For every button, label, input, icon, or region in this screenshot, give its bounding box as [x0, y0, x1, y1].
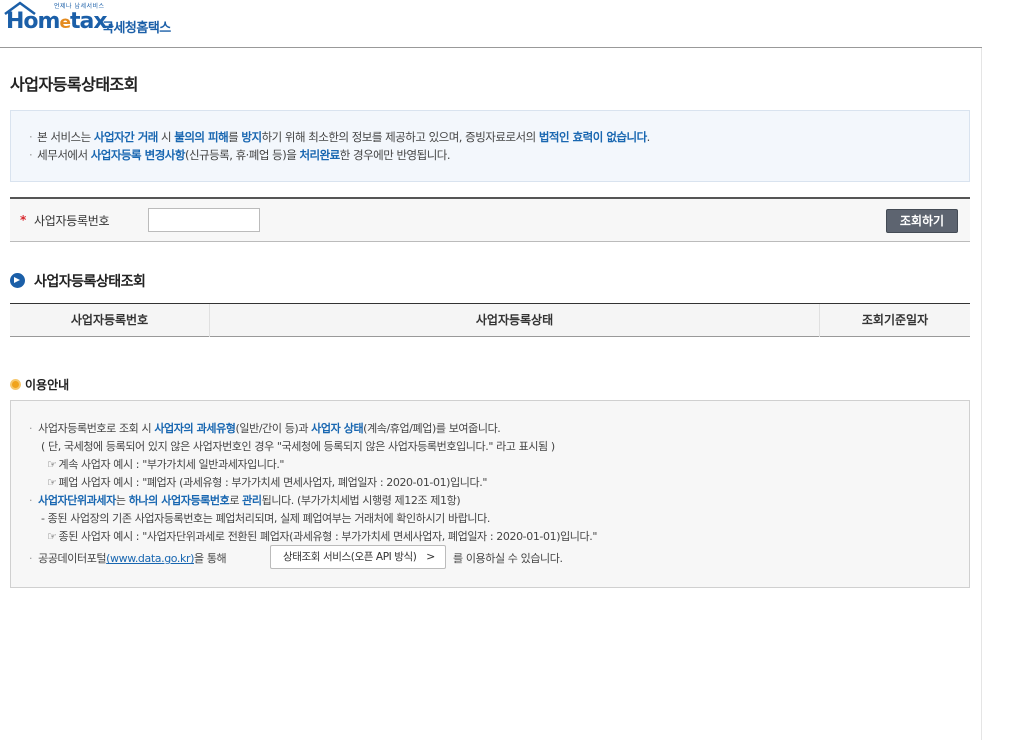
open-api-service-button[interactable]: 상태조회 서비스(오픈 API 방식) > — [270, 545, 446, 569]
column-header-query-date: 조회기준일자 — [861, 313, 929, 327]
pointing-hand-icon: ☞ — [47, 458, 57, 471]
hometax-logo[interactable]: 언제나 납세서비스 Hometax. 국세청홈택스 — [4, 0, 184, 44]
bullet-icon: · — [29, 130, 33, 144]
usage-line-1: · 사업자등록번호로 조회 시 사업자의 과세유형(일반/간이 등)과 사업자 상… — [29, 422, 501, 435]
usage-line-3: ☞ 계속 사업자 예시 : "부가가치세 일반과세자입니다." — [47, 458, 285, 471]
logo-korean-name: 국세청홈택스 — [102, 21, 171, 36]
service-notice-box: · 본 서비스는 사업자간 거래 시 불의의 피해를 방지하기 위해 최소한의 정… — [10, 110, 970, 182]
page-title: 사업자등록상태조회 — [10, 75, 138, 94]
search-button[interactable]: 조회하기 — [886, 209, 958, 233]
content-right-border — [981, 48, 982, 740]
column-header-business-number: 사업자등록번호 — [10, 304, 210, 337]
business-number-input[interactable] — [148, 208, 260, 232]
usage-line-2: ( 단, 국세청에 등록되어 있지 않은 사업자번호인 경우 "국세청에 등록되… — [41, 440, 555, 453]
usage-line-7: ☞ 종된 사업자 예시 : "사업자단위과세로 전환된 폐업자(과세유형 : 부가… — [47, 530, 598, 543]
arrow-circle-icon — [10, 273, 25, 288]
search-form: * 사업자등록번호 조회하기 — [10, 197, 970, 242]
pointing-hand-icon: ☞ — [47, 530, 57, 543]
notice-line-1: · 본 서비스는 사업자간 거래 시 불의의 피해를 방지하기 위해 최소한의 정… — [29, 130, 650, 144]
site-header: 언제나 납세서비스 Hometax. 국세청홈택스 — [0, 0, 982, 48]
usage-line-8-tail: 를 이용하실 수 있습니다. — [453, 552, 563, 565]
usage-line-6: - 종된 사업장의 기존 사업자등록번호는 폐업처리되며, 실제 폐업여부는 거… — [41, 512, 490, 525]
result-table-header: 사업자등록번호 사업자등록상태 조회기준일자 — [10, 303, 970, 337]
usage-line-8: · 공공데이터포털(www.data.go.kr)을 통해 — [29, 552, 227, 565]
column-header-status: 사업자등록상태 — [210, 304, 820, 337]
notice-line-2: · 세무서에서 사업자등록 변경사항(신규등록, 휴·폐업 등)을 처리완료한 경… — [29, 148, 451, 162]
usage-guide-title: 이용안내 — [10, 376, 69, 393]
data-portal-link[interactable]: (www.data.go.kr) — [106, 552, 194, 565]
orange-dot-icon — [10, 379, 21, 390]
usage-line-5: · 사업자단위과세자는 하나의 사업자등록번호로 관리됩니다. (부가가치세법 시… — [29, 494, 461, 507]
bullet-icon: · — [29, 148, 33, 162]
chevron-right-icon: > — [426, 550, 435, 563]
business-number-label: 사업자등록번호 — [34, 214, 110, 228]
required-mark: * — [20, 213, 27, 227]
usage-line-4: ☞ 폐업 사업자 예시 : "폐업자 (과세유형 : 부가가치세 면세사업자, 폐… — [47, 476, 487, 489]
logo-wordmark: Hometax. — [6, 9, 115, 34]
usage-guide-box: · 사업자등록번호로 조회 시 사업자의 과세유형(일반/간이 등)과 사업자 상… — [10, 400, 970, 588]
pointing-hand-icon: ☞ — [47, 476, 57, 489]
